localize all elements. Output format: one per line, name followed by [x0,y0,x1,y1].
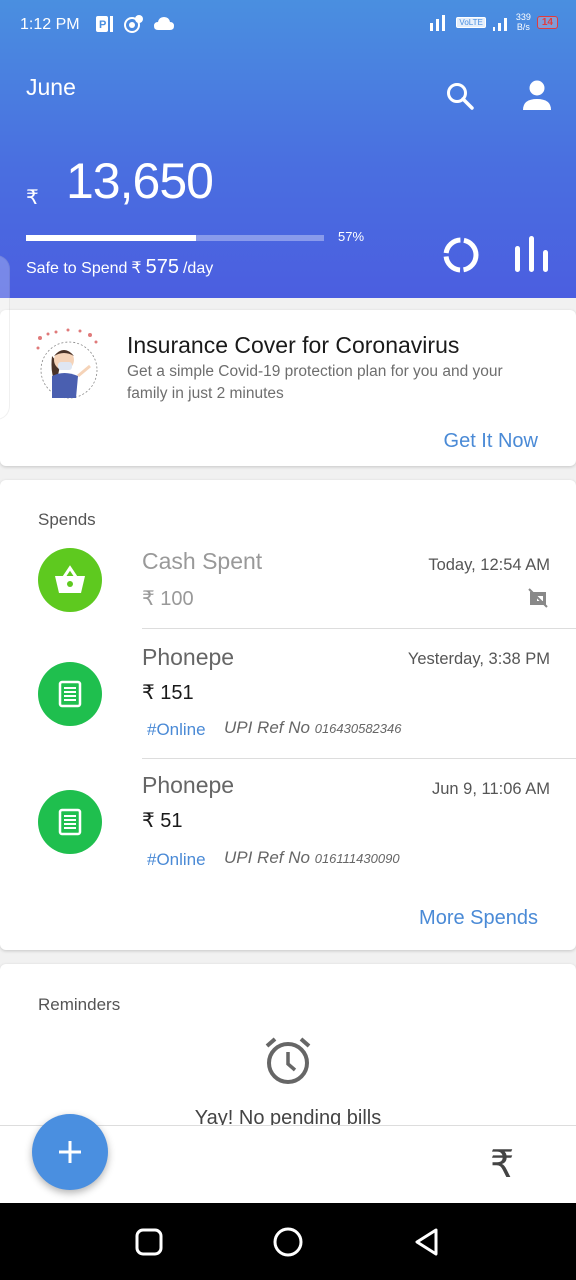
more-spends-button[interactable]: More Spends [419,907,538,930]
svg-text:P: P [99,19,106,31]
spend-item[interactable]: Cash Spent ₹ 100 Today, 12:54 AM [0,542,576,628]
status-bar: 1:12 PM P VoLTE 339 B/s 14 [0,0,576,50]
txn-amount: ₹ 51 [142,810,183,832]
reminders-card: Reminders Yay! No pending bills [0,964,576,1134]
status-right: VoLTE 339 B/s 14 [428,12,558,32]
txn-amount: ₹ 151 [142,682,194,704]
txn-date: Today, 12:54 AM [428,556,550,574]
speed-unit: B/s [516,22,530,32]
location-app-icon [124,15,143,33]
budget-progress-label: 57% [338,229,365,244]
back-icon[interactable] [412,1227,442,1257]
txn-avatar [38,790,102,854]
txn-ref: UPI Ref No 016111430090 [224,848,414,868]
divider [142,758,576,759]
budget-progress-fill [26,235,196,241]
spends-title: Spends [38,510,96,529]
network-speed: 339 B/s [516,12,531,32]
promo-title: Insurance Cover for Coronavirus [127,332,460,358]
safe-currency: ₹ [131,260,142,277]
txn-date: Jun 9, 11:06 AM [431,780,550,798]
currency-symbol: ₹ [26,187,39,209]
profile-icon[interactable] [520,78,554,112]
month-selector[interactable]: June [26,74,76,101]
txn-name: Phonepe [142,772,235,798]
receipt-icon [58,808,82,836]
rupee-icon[interactable]: ₹ [490,1142,514,1187]
promo-subtitle: Get a simple Covid-19 protection plan fo… [127,363,503,402]
ref-number: 016111430090 [314,851,400,866]
parking-app-icon: P [96,16,113,32]
android-nav-bar [0,1203,576,1280]
safe-to-spend-value: 575 [145,256,179,278]
spend-item[interactable]: Phonepe ₹ 51 Jun 9, 11:06 AM #Online UPI… [0,760,576,886]
safe-to-spend: Safe to Spend ₹ 575 /day [26,256,213,279]
plus-icon [59,1141,81,1163]
signal-icon [430,15,446,31]
safe-to-spend-unit: /day [182,260,214,277]
txn-ref: UPI Ref No 016430582346 [224,718,414,738]
cloud-icon [154,17,174,30]
reminders-title: Reminders [38,995,121,1014]
home-icon[interactable] [272,1226,304,1258]
ref-label: UPI Ref No [224,718,310,737]
ring-chart-icon[interactable] [440,234,482,276]
alarm-clock-icon [265,1037,311,1084]
notification-icons: P [95,14,175,34]
spends-card: Spends Cash Spent ₹ 100 Today, 12:54 AM … [0,480,576,950]
insurance-promo-card[interactable]: Insurance Cover for Coronavirus Get a si… [0,310,576,466]
budget-progress-bar [26,235,324,241]
txn-avatar [38,662,102,726]
ref-label: UPI Ref No [224,848,310,867]
summary-header: 1:12 PM P VoLTE 339 B/s 14 June ₹ 13,650 … [0,0,576,298]
txn-name: Phonepe [142,644,235,670]
side-drawer-handle[interactable] [0,255,10,420]
bar-chart-icon[interactable] [512,234,552,274]
add-button[interactable] [32,1114,108,1190]
ref-number: 016430582346 [314,721,402,736]
battery-indicator: 14 [536,15,558,29]
txn-amount: ₹ 100 [142,588,194,610]
no-receipt-icon [528,588,548,608]
total-spent-amount: 13,650 [66,153,214,209]
txn-tag[interactable]: #Online [147,850,206,870]
get-it-now-button[interactable]: Get It Now [444,430,538,453]
covid-mask-illustration [36,328,98,399]
txn-name: Cash Spent [142,548,263,574]
spend-item[interactable]: Phonepe ₹ 151 Yesterday, 3:38 PM #Online… [0,630,576,756]
signal-icon-2 [492,18,507,31]
divider [142,628,576,629]
speed-value: 339 [515,12,531,22]
search-icon[interactable] [444,80,476,112]
txn-tag[interactable]: #Online [147,720,206,740]
status-time: 1:12 PM [20,16,80,33]
safe-to-spend-label: Safe to Spend [26,260,128,277]
receipt-icon [58,680,82,708]
basket-icon [55,565,85,593]
txn-date: Yesterday, 3:38 PM [407,650,550,668]
txn-avatar [38,548,102,612]
recents-icon[interactable] [134,1227,164,1257]
volte-badge: VoLTE [456,16,486,28]
